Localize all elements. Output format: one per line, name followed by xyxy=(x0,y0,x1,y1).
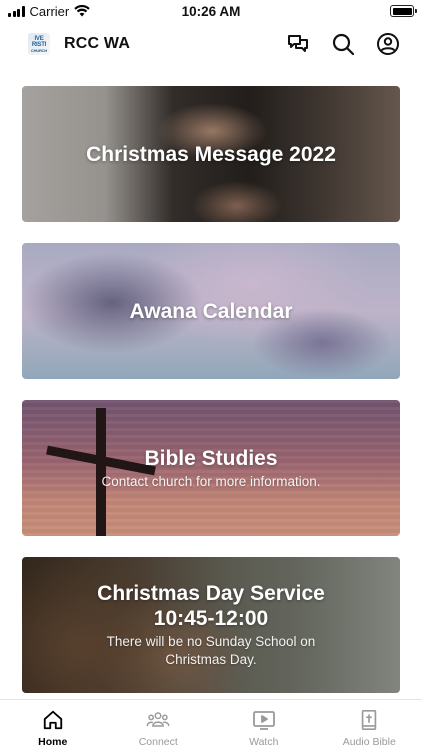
tab-audio-bible[interactable]: Audio Bible xyxy=(317,700,422,750)
status-right xyxy=(264,5,417,17)
header-actions xyxy=(285,32,400,57)
logo-line: CHURCH xyxy=(30,47,48,53)
status-left: Carrier xyxy=(8,4,158,19)
carrier-label: Carrier xyxy=(29,3,70,19)
tab-label: Connect xyxy=(138,736,178,748)
bottom-tab-bar: Home Connect Watch Audio Bible xyxy=(0,699,422,750)
tab-label: Home xyxy=(38,736,68,748)
search-icon xyxy=(332,33,354,56)
card-title: Christmas Message 2022 xyxy=(86,142,336,166)
chat-icon xyxy=(287,35,308,52)
app-title: RCC WA xyxy=(64,35,131,52)
card-christmas-message[interactable]: Christmas Message 2022 xyxy=(22,86,400,222)
card-title: Bible Studies xyxy=(144,446,278,470)
card-subtitle: There will be no Sunday School on Christ… xyxy=(106,634,316,667)
tab-watch[interactable]: Watch xyxy=(211,700,317,750)
tab-home[interactable]: Home xyxy=(0,700,106,750)
card-title: Awana Calendar xyxy=(129,299,293,323)
bible-icon xyxy=(357,708,381,732)
card-subtitle: Contact church for more information. xyxy=(101,473,321,489)
tab-label: Watch xyxy=(249,736,279,748)
tab-connect[interactable]: Connect xyxy=(106,700,212,750)
card-title: Christmas Day Service 10:45-12:00 xyxy=(97,582,325,630)
search-button[interactable] xyxy=(330,32,355,57)
content-feed: Christmas Message 2022 Awana Calendar Bi… xyxy=(22,86,400,714)
card-awana-calendar[interactable]: Awana Calendar xyxy=(22,243,400,379)
account-icon xyxy=(376,33,399,55)
status-bar: Carrier 10:26 AM xyxy=(0,0,422,22)
tab-label: Audio Bible xyxy=(342,736,396,748)
play-icon xyxy=(252,708,276,732)
status-time: 10:26 AM xyxy=(181,3,241,19)
church-logo[interactable]: IVE RISTI CHURCH xyxy=(28,33,50,55)
signal-icon xyxy=(8,5,25,17)
card-bible-studies[interactable]: Bible Studies Contact church for more in… xyxy=(22,400,400,536)
app-header: IVE RISTI CHURCH RCC WA xyxy=(0,28,422,60)
people-icon xyxy=(146,708,170,732)
battery-icon xyxy=(390,5,417,17)
battery-fill xyxy=(392,7,412,15)
profile-button[interactable] xyxy=(375,32,400,57)
wifi-icon xyxy=(74,5,90,17)
card-christmas-day-service[interactable]: Christmas Day Service 10:45-12:00 There … xyxy=(22,557,400,693)
home-icon xyxy=(41,708,65,732)
messages-button[interactable] xyxy=(285,32,310,57)
